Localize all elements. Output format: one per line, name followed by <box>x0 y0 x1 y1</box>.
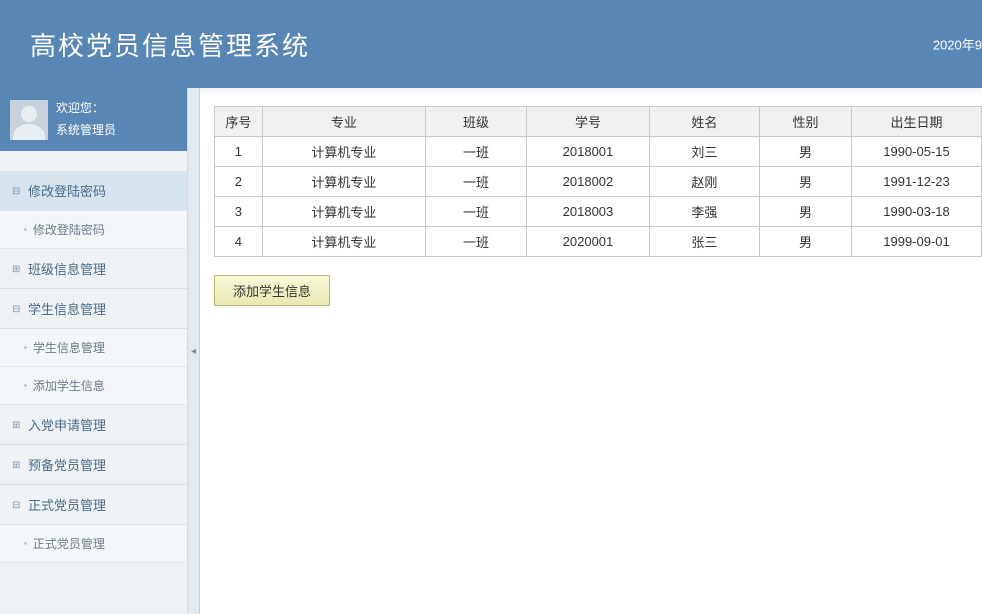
table-row: 4计算机专业一班2020001张三男1999-09-01 <box>215 227 982 257</box>
nav-sub-item[interactable]: 添加学生信息 <box>0 367 187 405</box>
avatar <box>10 100 48 140</box>
table-header-row: 序号 专业 班级 学号 姓名 性别 出生日期 <box>215 107 982 137</box>
nav-item[interactable]: ⊟ 学生信息管理 <box>0 289 187 329</box>
student-table: 序号 专业 班级 学号 姓名 性别 出生日期 1计算机专业一班2018001刘三… <box>214 106 982 257</box>
nav-item[interactable]: ⊟ 修改登陆密码 <box>0 171 187 211</box>
table-cell: 男 <box>759 197 851 227</box>
table-cell: 3 <box>215 197 263 227</box>
button-row: 添加学生信息 <box>214 275 982 306</box>
table-cell: 2018003 <box>526 197 649 227</box>
table-cell: 1990-03-18 <box>852 197 982 227</box>
table-row: 2计算机专业一班2018002赵刚男1991-12-23 <box>215 167 982 197</box>
sidebar-collapse-bar[interactable]: ◂ <box>188 88 200 614</box>
sidebar: 欢迎您： 系统管理员 ⊟ 修改登陆密码修改登陆密码 ⊞ 班级信息管理 ⊟ 学生信息管理学生… <box>0 88 188 614</box>
user-role: 系统管理员 <box>56 120 116 142</box>
collapse-icon: ⊟ <box>12 186 22 196</box>
col-header-name: 姓名 <box>649 107 759 137</box>
col-header-index: 序号 <box>215 107 263 137</box>
nav-sub-label: 修改登陆密码 <box>33 221 105 238</box>
col-header-major: 专业 <box>262 107 425 137</box>
collapse-icon: ⊟ <box>12 500 22 510</box>
nav-container: ⊟ 修改登陆密码修改登陆密码 ⊞ 班级信息管理 ⊟ 学生信息管理学生信息管理添加学生信息 ⊞… <box>0 171 187 563</box>
table-cell: 2 <box>215 167 263 197</box>
col-header-gender: 性别 <box>759 107 851 137</box>
col-header-dob: 出生日期 <box>852 107 982 137</box>
page-header: 高校党员信息管理系统 2020年9 <box>0 0 982 88</box>
nav-item-label: 正式党员管理 <box>28 495 106 514</box>
nav-item-label: 修改登陆密码 <box>28 181 106 200</box>
nav-item[interactable]: ⊞ 班级信息管理 <box>0 249 187 289</box>
table-body: 1计算机专业一班2018001刘三男1990-05-152计算机专业一班2018… <box>215 137 982 257</box>
nav-sub-item[interactable]: 学生信息管理 <box>0 329 187 367</box>
user-text: 欢迎您： 系统管理员 <box>56 98 116 141</box>
table-cell: 一班 <box>425 227 526 257</box>
add-student-button[interactable]: 添加学生信息 <box>214 275 330 306</box>
col-header-sid: 学号 <box>526 107 649 137</box>
nav-item[interactable]: ⊟ 正式党员管理 <box>0 485 187 525</box>
collapse-arrow-icon: ◂ <box>191 346 196 357</box>
main-content: 序号 专业 班级 学号 姓名 性别 出生日期 1计算机专业一班2018001刘三… <box>200 88 982 614</box>
table-cell: 男 <box>759 167 851 197</box>
nav-sub-item[interactable]: 正式党员管理 <box>0 525 187 563</box>
col-header-class: 班级 <box>425 107 526 137</box>
nav-sub-label: 添加学生信息 <box>33 377 105 394</box>
app-title: 高校党员信息管理系统 <box>30 26 310 63</box>
sidebar-spacer <box>0 151 187 171</box>
table-cell: 1999-09-01 <box>852 227 982 257</box>
table-row: 3计算机专业一班2018003李强男1990-03-18 <box>215 197 982 227</box>
table-cell: 计算机专业 <box>262 227 425 257</box>
expand-icon: ⊞ <box>12 420 22 430</box>
header-date: 2020年9 <box>933 35 982 54</box>
table-cell: 计算机专业 <box>262 137 425 167</box>
body-container: 欢迎您： 系统管理员 ⊟ 修改登陆密码修改登陆密码 ⊞ 班级信息管理 ⊟ 学生信息管理学生… <box>0 88 982 614</box>
table-cell: 男 <box>759 137 851 167</box>
table-cell: 计算机专业 <box>262 167 425 197</box>
nav-sub-item[interactable]: 修改登陆密码 <box>0 211 187 249</box>
table-cell: 2018001 <box>526 137 649 167</box>
table-cell: 张三 <box>649 227 759 257</box>
table-cell: 赵刚 <box>649 167 759 197</box>
table-cell: 计算机专业 <box>262 197 425 227</box>
table-cell: 一班 <box>425 197 526 227</box>
nav-sub-label: 学生信息管理 <box>33 339 105 356</box>
nav-item[interactable]: ⊞ 入党申请管理 <box>0 405 187 445</box>
table-cell: 1991-12-23 <box>852 167 982 197</box>
nav-item[interactable]: ⊞ 预备党员管理 <box>0 445 187 485</box>
nav-item-label: 预备党员管理 <box>28 455 106 474</box>
table-cell: 一班 <box>425 167 526 197</box>
table-cell: 一班 <box>425 137 526 167</box>
welcome-label: 欢迎您： <box>56 98 116 120</box>
table-cell: 2020001 <box>526 227 649 257</box>
table-cell: 李强 <box>649 197 759 227</box>
table-cell: 2018002 <box>526 167 649 197</box>
table-cell: 1990-05-15 <box>852 137 982 167</box>
collapse-icon: ⊟ <box>12 304 22 314</box>
table-cell: 男 <box>759 227 851 257</box>
table-cell: 4 <box>215 227 263 257</box>
nav-sub-label: 正式党员管理 <box>33 535 105 552</box>
nav-item-label: 班级信息管理 <box>28 259 106 278</box>
table-cell: 1 <box>215 137 263 167</box>
table-cell: 刘三 <box>649 137 759 167</box>
nav-item-label: 学生信息管理 <box>28 299 106 318</box>
user-info-box: 欢迎您： 系统管理员 <box>0 88 187 151</box>
expand-icon: ⊞ <box>12 264 22 274</box>
nav-item-label: 入党申请管理 <box>28 415 106 434</box>
table-row: 1计算机专业一班2018001刘三男1990-05-15 <box>215 137 982 167</box>
expand-icon: ⊞ <box>12 460 22 470</box>
